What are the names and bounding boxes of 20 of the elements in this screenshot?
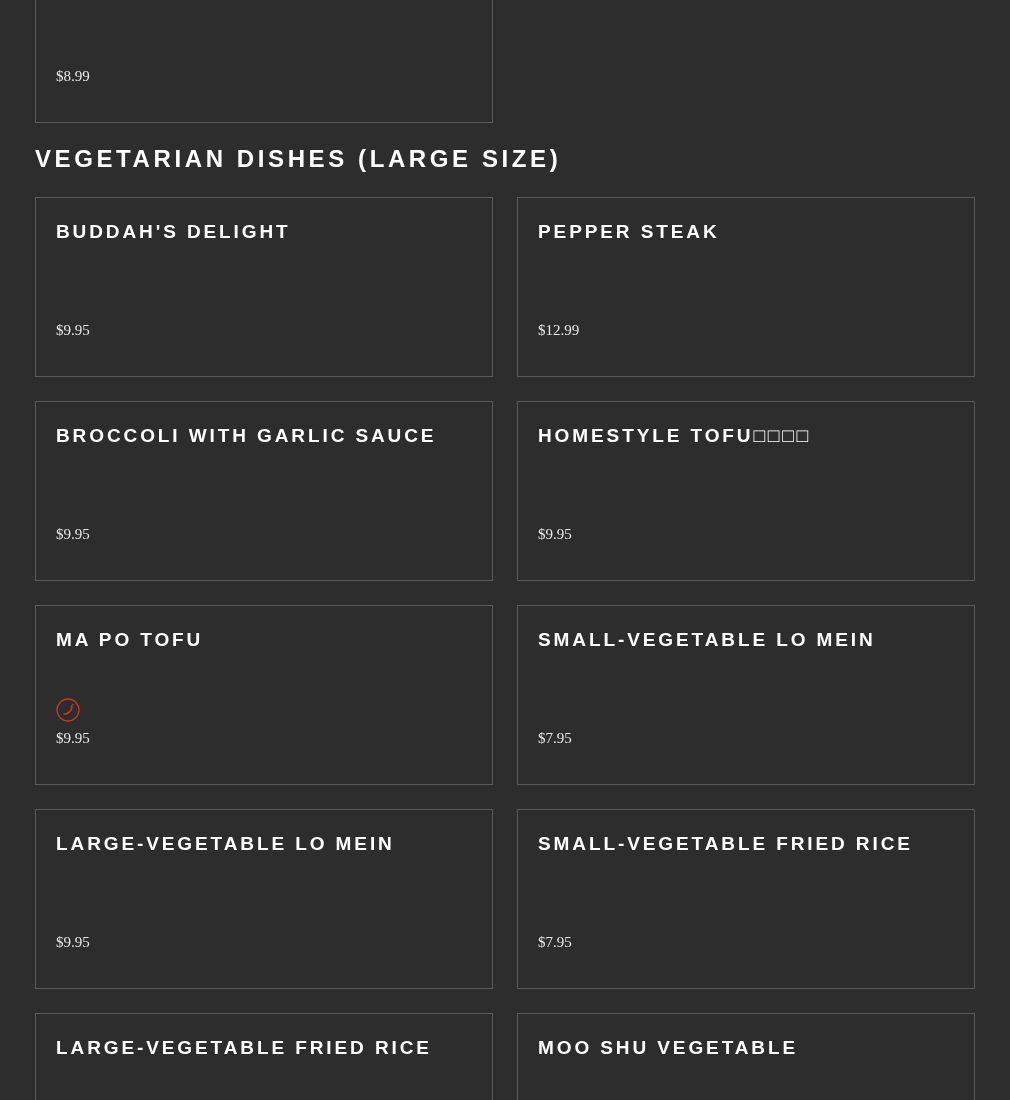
- dish-price: $7.95: [538, 730, 573, 747]
- dish-name: MA PO TOFU: [56, 629, 205, 651]
- dish-name: MOO SHU VEGETABLE: [538, 1037, 800, 1059]
- dish-price: $9.95: [56, 526, 91, 543]
- dish-price: $9.95: [538, 526, 573, 543]
- dish-name: LARGE-VEGETABLE LO MEIN: [56, 833, 396, 855]
- dish-name: BUDDAH'S DELIGHT: [56, 221, 292, 243]
- dish-name: LARGE-VEGETABLE FRIED RICE: [56, 1037, 433, 1059]
- dish-name: SMALL-VEGETABLE FRIED RICE: [538, 833, 914, 855]
- dish-name: PEPPER STEAK: [538, 221, 721, 243]
- dish-name: SMALL-VEGETABLE LO MEIN: [538, 629, 877, 651]
- dish-price: $9.95: [56, 934, 91, 951]
- dish-price: $9.95: [56, 730, 91, 747]
- dish-price: $12.99: [538, 322, 581, 339]
- dish-price: $7.95: [538, 934, 573, 951]
- dish-price: $9.95: [56, 322, 91, 339]
- section-heading: VEGETARIAN DISHES (LARGE SIZE): [35, 145, 563, 173]
- dish-name: HOMESTYLE TOFU□□□□: [538, 425, 812, 447]
- dish-name: BROCCOLI WITH GARLIC SAUCE: [56, 425, 438, 447]
- dish-price: $8.99: [56, 68, 91, 85]
